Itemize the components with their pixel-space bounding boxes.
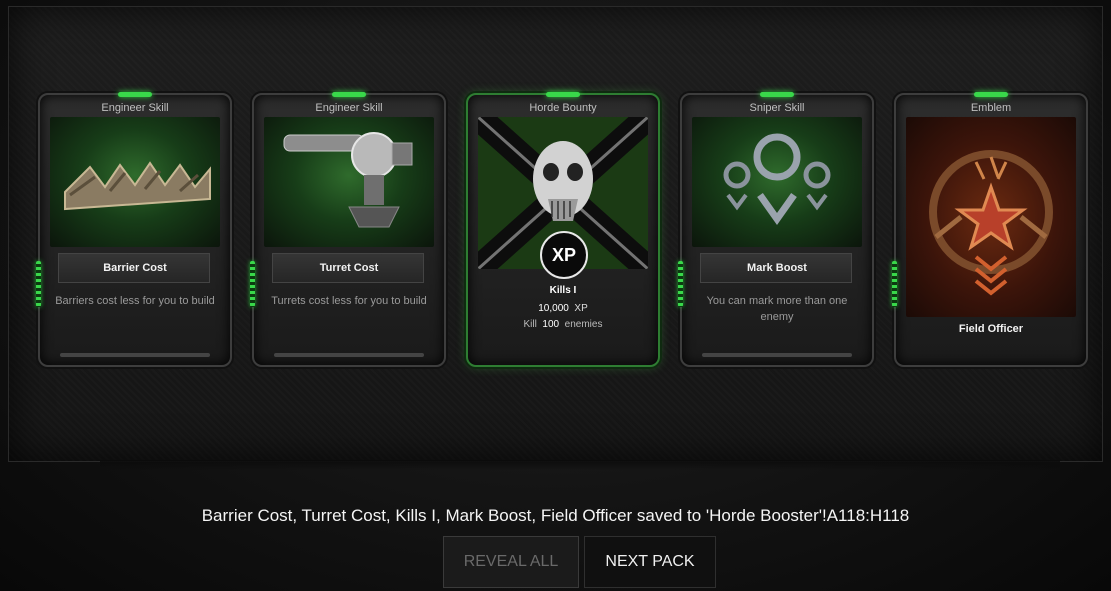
barrier-icon bbox=[64, 161, 211, 211]
star-emblem-icon bbox=[929, 150, 1053, 296]
card-side-led bbox=[892, 261, 897, 307]
card-art bbox=[50, 117, 220, 247]
card-name: Kills I bbox=[549, 285, 577, 296]
card-description: Turrets cost less for you to build bbox=[271, 295, 427, 307]
status-message: Barrier Cost, Turret Cost, Kills I, Mark… bbox=[201, 506, 910, 525]
card-bottom-bar bbox=[702, 353, 852, 357]
card-status-led bbox=[760, 92, 794, 97]
panel-shadow bbox=[100, 460, 1060, 470]
card-field-officer[interactable]: Emblem Field Officer bbox=[892, 92, 1088, 367]
kill-count: 100 bbox=[542, 319, 560, 330]
card-art bbox=[692, 117, 862, 247]
card-name: Field Officer bbox=[958, 323, 1024, 335]
card-name: Turret Cost bbox=[319, 262, 379, 274]
kill-prefix: Kill bbox=[523, 319, 537, 330]
card-mark-boost[interactable]: Sniper Skill Mark Boost You can mark mor… bbox=[678, 92, 874, 367]
mark-targets-icon bbox=[723, 133, 831, 226]
kill-suffix: enemies bbox=[564, 319, 603, 330]
card-bottom-bar bbox=[60, 353, 210, 357]
turret-icon bbox=[283, 132, 413, 228]
card-bottom-bar bbox=[274, 353, 424, 357]
card-type: Engineer Skill bbox=[101, 102, 169, 114]
card-art bbox=[906, 117, 1076, 317]
card-status-led bbox=[118, 92, 152, 97]
xp-unit: XP bbox=[574, 303, 588, 314]
card-name: Mark Boost bbox=[747, 262, 807, 274]
card-status-led bbox=[332, 92, 366, 97]
card-art bbox=[264, 117, 434, 247]
card-type: Emblem bbox=[970, 102, 1012, 114]
card-status-led bbox=[974, 92, 1008, 97]
card-type: Engineer Skill bbox=[315, 102, 383, 114]
xp-reward: 10,000 XP bbox=[468, 303, 658, 314]
next-pack-button[interactable]: NEXT PACK bbox=[584, 536, 716, 588]
card-type: Sniper Skill bbox=[749, 102, 805, 114]
card-description: Barriers cost less for you to build bbox=[55, 295, 215, 307]
card-turret-cost[interactable]: Engineer Skill Turret Cost Turrets cost … bbox=[250, 92, 446, 367]
xp-badge-icon: XP bbox=[540, 231, 588, 279]
card-barrier-cost[interactable]: Engineer Skill Barrier Cost Barriers cos… bbox=[36, 92, 232, 367]
card-status-led bbox=[546, 92, 580, 97]
xp-value: 10,000 bbox=[538, 303, 569, 314]
card-name: Barrier Cost bbox=[103, 262, 167, 274]
reveal-all-button[interactable]: REVEAL ALL bbox=[443, 536, 579, 588]
card-kills-i[interactable]: Horde Bounty XP Kills I 10,000 XP Kill 1… bbox=[466, 92, 660, 367]
card-description: You can mark more than one enemy bbox=[706, 295, 848, 323]
kill-requirement: Kill 100 enemies bbox=[468, 319, 658, 330]
card-type: Horde Bounty bbox=[529, 102, 597, 114]
